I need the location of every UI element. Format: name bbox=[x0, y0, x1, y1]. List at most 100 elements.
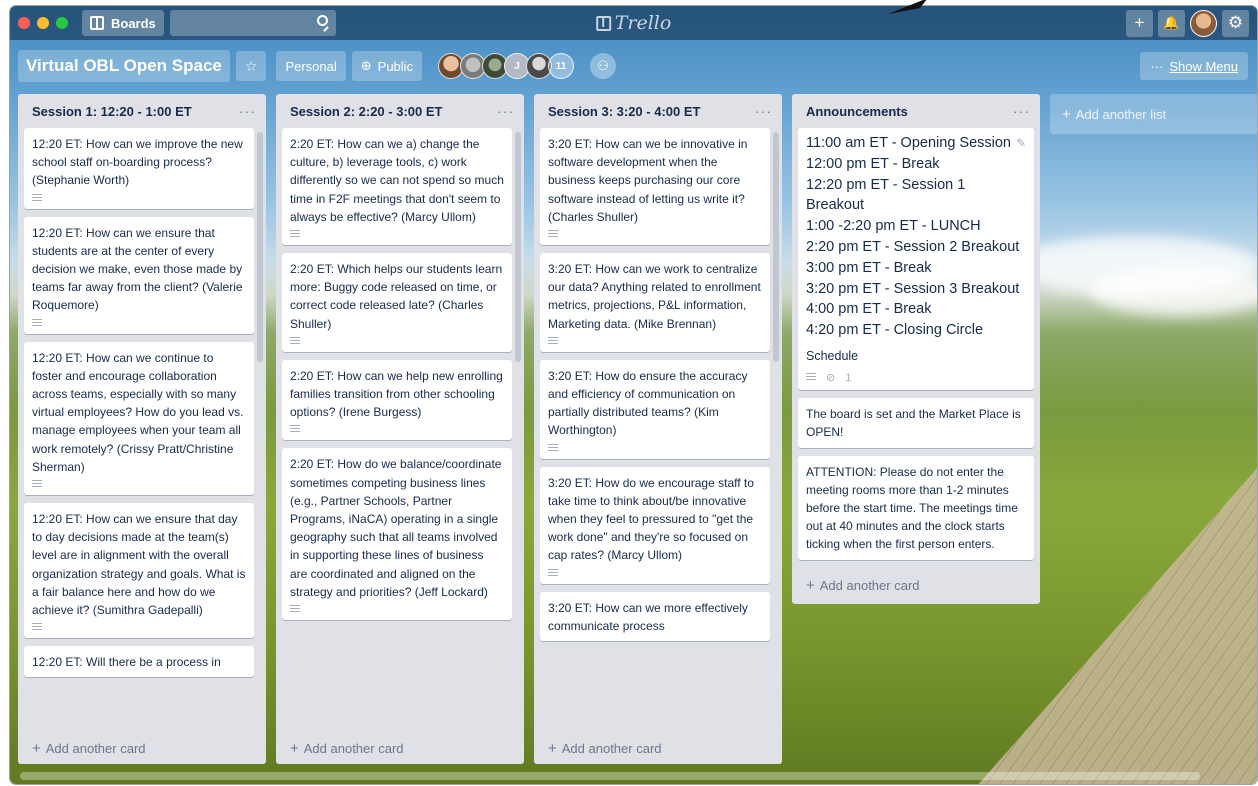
add-list-label: Add another list bbox=[1075, 106, 1167, 122]
add-card-button[interactable]: + Add another card bbox=[18, 732, 266, 764]
card-text: 12:20 ET: How can we ensure that student… bbox=[32, 225, 243, 313]
add-card-label: Add another card bbox=[303, 740, 404, 756]
add-person-icon: ⚇ bbox=[597, 58, 609, 73]
description-icon bbox=[806, 373, 816, 383]
user-avatar[interactable] bbox=[1190, 9, 1217, 37]
horizontal-scrollbar[interactable] bbox=[20, 772, 1200, 780]
trello-logo[interactable]: Trello bbox=[595, 12, 671, 34]
zoom-window-button[interactable] bbox=[56, 17, 68, 29]
card-text: 2:20 ET: How can we help new enrolling f… bbox=[290, 368, 503, 420]
schedule-line: 3:20 pm ET - Session 3 Breakout bbox=[806, 280, 1020, 297]
card[interactable]: 3:20 ET: How can we work to centralize o… bbox=[540, 253, 770, 352]
public-visibility-button[interactable]: ⊕ Public bbox=[351, 51, 423, 81]
top-right-actions: + 🔔 ⚙ bbox=[1126, 9, 1249, 37]
list-menu-icon[interactable]: ··· bbox=[497, 103, 514, 119]
search-icon[interactable] bbox=[316, 15, 328, 26]
description-icon bbox=[32, 318, 42, 328]
app-window: Boards Trello + 🔔 ⚙ Virtual OBL Open Spa… bbox=[10, 6, 1257, 784]
card[interactable]: 3:20 ET: How do we encourage staff to ta… bbox=[540, 466, 770, 584]
card[interactable]: 2:20 ET: Which helps our students learn … bbox=[282, 253, 512, 352]
team-visibility-button[interactable]: Personal bbox=[276, 51, 346, 81]
notifications-button[interactable]: 🔔 bbox=[1158, 9, 1185, 37]
list-header[interactable]: Session 2: 2:20 - 3:00 ET ··· bbox=[276, 94, 524, 128]
card[interactable]: 3:20 ET: How do ensure the accuracy and … bbox=[540, 359, 770, 459]
add-list-button[interactable]: + Add another list bbox=[1050, 94, 1257, 134]
board-title[interactable]: Virtual OBL Open Space bbox=[18, 50, 230, 82]
plus-icon: + bbox=[806, 577, 815, 595]
list-session-3: Session 3: 3:20 - 4:00 ET ··· 3:20 ET: H… bbox=[534, 94, 782, 764]
card[interactable]: 2:20 ET: How do we balance/coordinate so… bbox=[282, 448, 512, 621]
gear-icon: ⚙ bbox=[1227, 13, 1244, 32]
schedule-card[interactable]: ✎ 11:00 am ET - Opening Session 12:00 pm … bbox=[798, 128, 1034, 391]
description-icon bbox=[548, 230, 558, 240]
card-container: 2:20 ET: How can we a) change the cultur… bbox=[276, 128, 524, 732]
schedule-line: 11:00 am ET - Opening Session bbox=[806, 135, 1011, 151]
card-text: 2:20 ET: How do we balance/coordinate so… bbox=[290, 457, 502, 599]
card[interactable]: 2:20 ET: How can we help new enrolling f… bbox=[282, 359, 512, 441]
description-icon bbox=[548, 443, 558, 453]
card[interactable]: 12:20 ET: How can we ensure that student… bbox=[24, 216, 254, 334]
add-card-button[interactable]: + Add another card bbox=[276, 732, 524, 764]
schedule-line: 12:20 pm ET - Session 1 Breakout bbox=[806, 176, 966, 214]
description-icon bbox=[548, 568, 558, 578]
boards-button[interactable]: Boards bbox=[82, 10, 164, 36]
card-text: 3:20 ET: How can we be innovative in sof… bbox=[548, 137, 748, 224]
list-title[interactable]: Announcements bbox=[806, 104, 908, 119]
list-header[interactable]: Session 3: 3:20 - 4:00 ET ··· bbox=[534, 94, 782, 128]
add-card-label: Add another card bbox=[45, 740, 146, 756]
card[interactable]: 3:20 ET: How can we more effectively com… bbox=[540, 591, 770, 642]
public-visibility-label: Public bbox=[377, 58, 414, 74]
card[interactable]: 12:20 ET: Will there be a process in bbox=[24, 646, 254, 678]
schedule-line: 2:20 pm ET - Session 2 Breakout bbox=[806, 238, 1020, 255]
card-container: 3:20 ET: How can we be innovative in sof… bbox=[534, 128, 782, 732]
edit-pencil-icon[interactable]: ✎ bbox=[1016, 136, 1026, 150]
schedule-list: 11:00 am ET - Opening Session 12:00 pm ET… bbox=[806, 133, 1026, 341]
star-board-button[interactable]: ☆ bbox=[235, 51, 267, 81]
list-header[interactable]: Announcements ··· bbox=[792, 94, 1040, 128]
card-text: 12:20 ET: Will there be a process in bbox=[32, 655, 221, 670]
card-badges: ⊘ 1 bbox=[806, 371, 1026, 384]
card[interactable]: 12:20 ET: How can we improve the new sch… bbox=[24, 128, 254, 209]
search-box[interactable] bbox=[169, 10, 336, 36]
card-text: 3:20 ET: How do ensure the accuracy and … bbox=[548, 368, 748, 438]
add-card-button[interactable]: + Add another card bbox=[534, 732, 782, 764]
add-button[interactable]: + bbox=[1126, 9, 1153, 37]
settings-button[interactable]: ⚙ bbox=[1222, 9, 1249, 37]
description-icon bbox=[290, 425, 300, 435]
card[interactable]: 12:20 ET: How can we ensure that day to … bbox=[24, 503, 254, 639]
card[interactable]: 12:20 ET: How can we continue to foster … bbox=[24, 341, 254, 496]
description-icon bbox=[32, 480, 42, 490]
schedule-line: 3:00 pm ET - Break bbox=[806, 259, 932, 276]
search-input[interactable] bbox=[169, 10, 336, 36]
card-text: 3:20 ET: How can we work to centralize o… bbox=[548, 262, 761, 331]
card[interactable]: 3:20 ET: How can we be innovative in sof… bbox=[540, 128, 770, 246]
cursor-arrow-icon bbox=[888, 0, 927, 14]
list-header[interactable]: Session 1: 12:20 - 1:00 ET ··· bbox=[18, 94, 266, 128]
list-menu-icon[interactable]: ··· bbox=[1013, 103, 1030, 119]
plus-icon: + bbox=[32, 739, 41, 757]
card-container: 12:20 ET: How can we improve the new sch… bbox=[18, 128, 266, 732]
card-text: 3:20 ET: How do we encourage staff to ta… bbox=[548, 475, 754, 563]
board-header: Virtual OBL Open Space ☆ Personal ⊕ Publ… bbox=[18, 50, 1248, 82]
schedule-line: 4:00 pm ET - Break bbox=[806, 301, 932, 318]
list-title[interactable]: Session 3: 3:20 - 4:00 ET bbox=[548, 104, 700, 119]
close-window-button[interactable] bbox=[18, 17, 30, 29]
invite-member-button[interactable]: ⚇ bbox=[590, 53, 617, 79]
add-card-label: Add another card bbox=[819, 578, 920, 594]
window-controls bbox=[18, 17, 68, 29]
list-title[interactable]: Session 2: 2:20 - 3:00 ET bbox=[290, 104, 442, 119]
list-title[interactable]: Session 1: 12:20 - 1:00 ET bbox=[32, 104, 192, 119]
card-text: The board is set and the Market Place is… bbox=[806, 407, 1021, 440]
card[interactable]: 2:20 ET: How can we a) change the cultur… bbox=[282, 128, 512, 246]
add-card-button[interactable]: + Add another card bbox=[792, 568, 1040, 604]
trello-logo-icon bbox=[595, 15, 611, 31]
card[interactable]: ATTENTION: Please do not enter the meeti… bbox=[798, 455, 1034, 560]
more-icon: ··· bbox=[1150, 58, 1164, 74]
show-menu-button[interactable]: ··· Show Menu bbox=[1140, 52, 1248, 80]
plus-icon: + bbox=[1062, 105, 1071, 123]
minimize-window-button[interactable] bbox=[37, 17, 49, 29]
member-count-badge[interactable]: 11 bbox=[548, 53, 575, 79]
list-menu-icon[interactable]: ··· bbox=[239, 103, 256, 119]
card[interactable]: The board is set and the Market Place is… bbox=[798, 398, 1034, 448]
list-menu-icon[interactable]: ··· bbox=[755, 103, 772, 119]
